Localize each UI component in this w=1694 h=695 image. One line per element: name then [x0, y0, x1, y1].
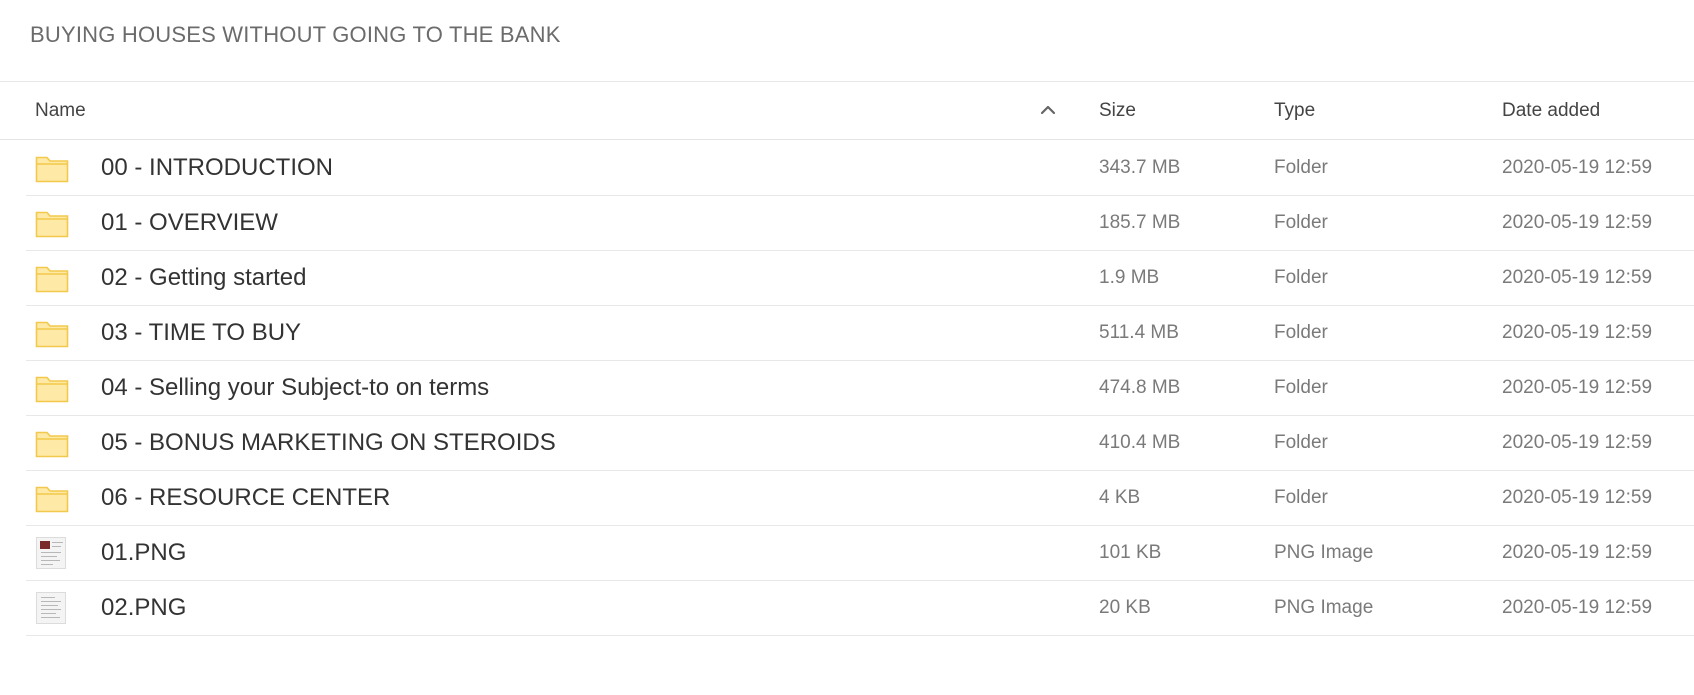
file-date-added: 2020-05-19 12:59 — [1502, 212, 1653, 233]
file-size: 410.4 MB — [1099, 432, 1181, 453]
folder-icon — [35, 266, 69, 293]
table-header: Name Size Type Date added — [0, 82, 1694, 140]
file-size: 101 KB — [1099, 542, 1162, 563]
page-title: BUYING HOUSES WITHOUT GOING TO THE BANK — [30, 22, 561, 47]
file-size: 185.7 MB — [1099, 212, 1181, 233]
file-size: 4 KB — [1099, 487, 1141, 508]
file-row[interactable]: 04 - Selling your Subject-to on terms 47… — [26, 361, 1694, 416]
file-type: PNG Image — [1274, 542, 1374, 563]
image-thumbnail-icon — [36, 592, 66, 624]
column-header-type[interactable]: Type — [1274, 100, 1315, 122]
file-date-added: 2020-05-19 12:59 — [1502, 597, 1653, 618]
file-type: Folder — [1274, 322, 1328, 343]
folder-icon — [35, 431, 69, 458]
file-date-added: 2020-05-19 12:59 — [1502, 322, 1653, 343]
file-type: Folder — [1274, 487, 1328, 508]
file-list: 00 - INTRODUCTION 343.7 MB Folder 2020-0… — [26, 141, 1694, 636]
file-type: Folder — [1274, 377, 1328, 398]
file-row[interactable]: 01 - OVERVIEW 185.7 MB Folder 2020-05-19… — [26, 196, 1694, 251]
file-row[interactable]: 06 - RESOURCE CENTER 4 KB Folder 2020-05… — [26, 471, 1694, 526]
folder-icon — [35, 156, 69, 183]
file-row[interactable]: 01.PNG 101 KB PNG Image 2020-05-19 12:59 — [26, 526, 1694, 581]
folder-icon — [35, 486, 69, 513]
folder-icon — [35, 376, 69, 403]
file-row[interactable]: 02 - Getting started 1.9 MB Folder 2020-… — [26, 251, 1694, 306]
file-size: 511.4 MB — [1099, 322, 1179, 343]
file-name[interactable]: 03 - TIME TO BUY — [101, 319, 301, 347]
chevron-up-icon[interactable] — [1039, 101, 1057, 119]
file-name[interactable]: 06 - RESOURCE CENTER — [101, 484, 390, 512]
folder-icon — [35, 321, 69, 348]
file-name[interactable]: 01.PNG — [101, 539, 186, 567]
file-row[interactable]: 00 - INTRODUCTION 343.7 MB Folder 2020-0… — [26, 141, 1694, 196]
file-type: Folder — [1274, 212, 1328, 233]
file-type: Folder — [1274, 157, 1328, 178]
file-row[interactable]: 05 - BONUS MARKETING ON STEROIDS 410.4 M… — [26, 416, 1694, 471]
file-size: 1.9 MB — [1099, 267, 1160, 288]
column-header-size[interactable]: Size — [1099, 100, 1136, 122]
file-name[interactable]: 04 - Selling your Subject-to on terms — [101, 374, 489, 402]
file-name[interactable]: 01 - OVERVIEW — [101, 209, 278, 237]
image-thumbnail-icon — [36, 537, 66, 569]
file-type: Folder — [1274, 267, 1328, 288]
folder-icon — [35, 211, 69, 238]
file-date-added: 2020-05-19 12:59 — [1502, 542, 1653, 563]
file-date-added: 2020-05-19 12:59 — [1502, 487, 1653, 508]
file-size: 343.7 MB — [1099, 157, 1181, 178]
file-name[interactable]: 02.PNG — [101, 594, 186, 622]
file-date-added: 2020-05-19 12:59 — [1502, 432, 1653, 453]
column-header-name[interactable]: Name — [35, 100, 86, 122]
file-type: Folder — [1274, 432, 1328, 453]
file-date-added: 2020-05-19 12:59 — [1502, 157, 1653, 178]
file-row[interactable]: 03 - TIME TO BUY 511.4 MB Folder 2020-05… — [26, 306, 1694, 361]
file-size: 474.8 MB — [1099, 377, 1181, 398]
file-type: PNG Image — [1274, 597, 1374, 618]
file-size: 20 KB — [1099, 597, 1151, 618]
file-date-added: 2020-05-19 12:59 — [1502, 377, 1653, 398]
column-header-date-added[interactable]: Date added — [1502, 100, 1600, 122]
file-name[interactable]: 05 - BONUS MARKETING ON STEROIDS — [101, 429, 556, 457]
file-name[interactable]: 02 - Getting started — [101, 264, 306, 292]
file-row[interactable]: 02.PNG 20 KB PNG Image 2020-05-19 12:59 — [26, 581, 1694, 636]
file-date-added: 2020-05-19 12:59 — [1502, 267, 1653, 288]
file-name[interactable]: 00 - INTRODUCTION — [101, 154, 333, 182]
